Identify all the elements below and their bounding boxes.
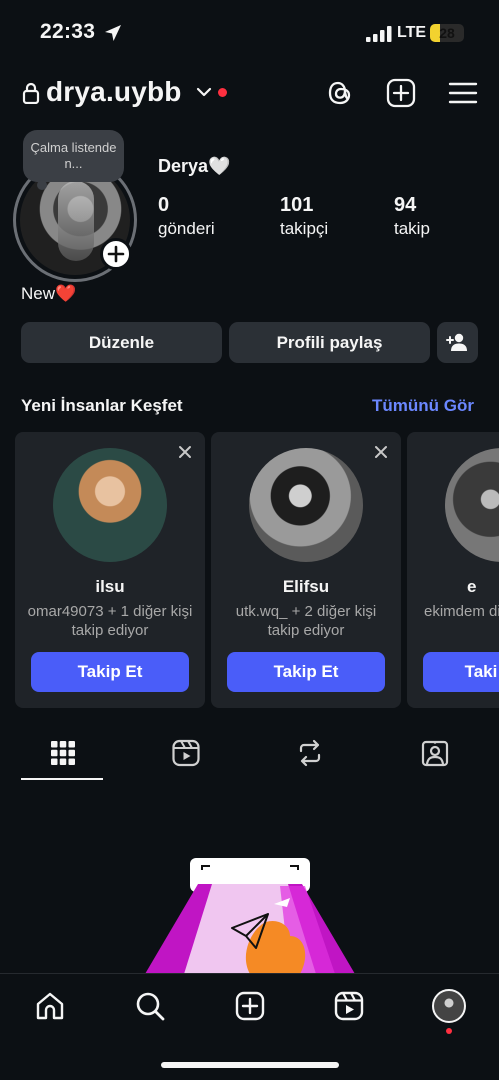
stat-posts[interactable]: 0 gönderi (158, 194, 215, 239)
suggestion-name[interactable]: ilsu (15, 577, 205, 597)
close-icon[interactable] (373, 444, 389, 460)
signal-icon (366, 26, 392, 42)
suggestion-card[interactable]: ilsu omar49073 + 1 diğer kişi takip ediy… (15, 432, 205, 708)
plus-icon (107, 245, 125, 263)
stat-label: takipçi (280, 219, 329, 238)
network-type: LTE (397, 24, 427, 41)
battery-level: 28 (439, 25, 455, 41)
location-arrow-icon (105, 25, 121, 41)
suggestion-avatar[interactable] (249, 448, 363, 562)
notification-dot (446, 1028, 452, 1034)
battery-icon: 28 (430, 24, 464, 42)
stat-followers[interactable]: 101 takipçi (280, 194, 328, 239)
stat-value: 94 (394, 194, 417, 216)
status-time: 22:33 (40, 20, 96, 43)
home-indicator (161, 1062, 339, 1068)
suggestion-mutuals: ekimdem diğer kişi t (424, 603, 499, 620)
suggestion-card[interactable]: e ekimdem diğer kişi t Taki (407, 432, 499, 708)
stat-label: gönderi (158, 219, 215, 238)
threads-icon[interactable] (325, 78, 355, 108)
note-bubble[interactable]: Çalma listende n... (23, 130, 124, 190)
profile-tabs (0, 730, 499, 782)
menu-icon[interactable] (448, 78, 478, 108)
share-profile-button[interactable]: Profili paylaş (229, 322, 430, 363)
stat-value: 0 (158, 194, 170, 216)
stat-label: takip (394, 219, 430, 238)
reels-icon[interactable] (171, 738, 201, 768)
suggestion-avatar[interactable] (445, 448, 499, 562)
active-tab-indicator (21, 778, 103, 780)
discover-people-button[interactable] (437, 322, 478, 363)
add-story-button[interactable] (100, 238, 132, 270)
create-icon[interactable] (234, 990, 266, 1022)
stat-following[interactable]: 94 takip (394, 194, 430, 239)
follow-button[interactable]: Takip Et (227, 652, 385, 692)
discover-title: Yeni İnsanlar Keşfet (21, 396, 183, 415)
suggestion-avatar[interactable] (53, 448, 167, 562)
reposts-icon[interactable] (295, 738, 325, 768)
display-name: Derya🤍 (158, 156, 231, 176)
status-bar: 22:33 LTE 28 (0, 0, 499, 66)
follow-button[interactable]: Taki (423, 652, 499, 692)
suggestion-name[interactable]: Elifsu (211, 577, 401, 597)
add-person-icon (446, 333, 467, 351)
grid-icon[interactable] (48, 738, 78, 768)
suggestion-card[interactable]: Elifsu utk.wq_ + 2 diğer kişi takip ediy… (211, 432, 401, 708)
empty-posts-illustration (145, 858, 355, 974)
tagged-icon[interactable] (420, 738, 450, 768)
create-icon[interactable] (386, 78, 416, 108)
search-icon[interactable] (134, 990, 166, 1022)
follow-button[interactable]: Takip Et (31, 652, 189, 692)
suggestion-mutuals: utk.wq_ + 2 diğer kişi takip ediyor (235, 603, 377, 639)
edit-profile-button[interactable]: Düzenle (21, 322, 222, 363)
notification-dot (218, 88, 227, 97)
chevron-down-icon[interactable] (196, 86, 212, 98)
profile-header: drya.uybb (0, 72, 499, 118)
bio: New❤️ (21, 284, 77, 303)
suggestion-mutuals: omar49073 + 1 diğer kişi takip ediyor (27, 603, 193, 639)
suggestion-name[interactable]: e (467, 577, 476, 597)
stat-value: 101 (280, 194, 314, 216)
profile-avatar[interactable] (432, 989, 466, 1023)
close-icon[interactable] (177, 444, 193, 460)
home-icon[interactable] (34, 990, 66, 1022)
see-all-link[interactable]: Tümünü Gör (372, 396, 474, 416)
reels-icon[interactable] (333, 990, 365, 1022)
username[interactable]: drya.uybb (46, 76, 182, 108)
lock-icon (22, 82, 40, 104)
